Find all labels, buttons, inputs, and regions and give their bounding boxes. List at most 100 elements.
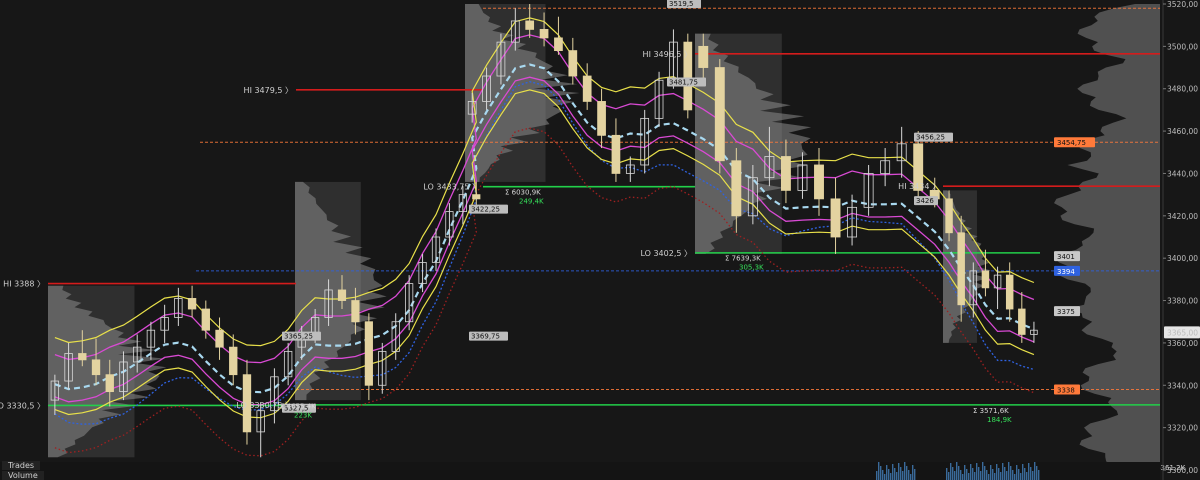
volume-bar <box>1006 471 1008 480</box>
volume-bar <box>1028 463 1030 480</box>
chart-root: HI 3479,5 〉 HI 3388 〉 HI 3496,5 〉 LO 3433,7… <box>0 0 1200 480</box>
volume-sum-label: Σ 3571,6K <box>973 407 1009 415</box>
volume-delta-label: 249,4K <box>519 198 544 206</box>
volume-bar <box>908 470 910 480</box>
price-marker-label: 3338 <box>1057 387 1075 395</box>
levels-layer <box>48 7 1160 407</box>
candle-body <box>1018 308 1026 335</box>
volume-delta-label: 223K <box>294 412 312 420</box>
volume-bar <box>1026 472 1028 480</box>
axis-tick-label: 3360,00 <box>1167 339 1198 348</box>
volume-sum-label: Σ 6030,9K <box>505 189 541 197</box>
level-label: HI 3479,5 〉 <box>244 86 293 95</box>
volume-pane <box>0 462 1160 480</box>
volume-bar <box>948 472 950 480</box>
price-marker-label: 3454,75 <box>1057 139 1086 147</box>
candle-body <box>525 20 535 30</box>
candle-body <box>364 321 373 386</box>
volume-bar <box>998 468 1000 480</box>
volume-bar <box>878 462 880 480</box>
candle-body <box>337 289 347 301</box>
volume-bar <box>986 470 988 480</box>
volume-bar <box>1038 470 1040 480</box>
price-chart[interactable]: HI 3479,5 〉 HI 3388 〉 HI 3496,5 〉 LO 3433,7… <box>0 0 1200 480</box>
candle-body <box>105 374 114 393</box>
volume-bar <box>966 469 968 480</box>
candle-body <box>187 298 197 310</box>
volume-sum-label: Σ 7639,3K <box>725 254 761 262</box>
volume-bar <box>1032 471 1034 480</box>
candle-body <box>568 50 578 77</box>
trades-pane-label: Trades <box>2 461 41 470</box>
price-axis: 3300,00 3320,00 3340,00 3360,00 3380,00 3400,… <box>1162 0 1200 480</box>
candle-body <box>830 198 841 238</box>
candle-body <box>91 359 101 376</box>
axis-tick-label: 3320,00 <box>1167 424 1198 433</box>
candle-body <box>472 194 481 200</box>
labels-layer: HI 3479,5 〉 HI 3388 〉 HI 3496,5 〉 LO 3433,7… <box>0 0 1186 472</box>
candle-body <box>957 232 965 306</box>
candle-body <box>597 101 606 136</box>
volume-delta-label: 184,9K <box>987 416 1012 424</box>
volume-bar <box>876 471 878 480</box>
candle-body <box>215 329 224 348</box>
level-label: HI 3434 〉 <box>898 182 940 191</box>
volume-bar <box>904 462 906 480</box>
candle-body <box>611 134 621 174</box>
volume-bar <box>906 466 908 480</box>
price-marker-label: 3394 <box>1057 268 1075 276</box>
volume-bar <box>960 470 962 480</box>
volume-bar <box>990 465 992 480</box>
volume-bar <box>1016 465 1018 480</box>
axis-tick-label: 3460,00 <box>1167 127 1198 136</box>
candle-body <box>698 45 709 68</box>
volume-bar <box>882 470 884 480</box>
volume-bar <box>1030 467 1032 480</box>
candle-body <box>229 346 238 376</box>
axis-tick-label: 3500,00 <box>1167 42 1198 51</box>
level-label: LO 3402,5 〉 <box>640 249 692 258</box>
volume-bar <box>982 462 984 480</box>
volume-bar <box>1024 468 1026 480</box>
candle-body <box>780 156 791 191</box>
volume-sum-label: Σ 4655,4K <box>280 403 316 411</box>
volume-bar <box>892 464 894 480</box>
current-price-label: 3365,00 <box>1167 328 1198 337</box>
volume-bar <box>1036 466 1038 480</box>
volume-bar <box>954 471 956 480</box>
volume-bar <box>1004 467 1006 480</box>
volume-bar <box>910 474 912 480</box>
candle-price-label: 3422,25 <box>471 206 500 214</box>
volume-bar <box>994 473 996 480</box>
volume-bar <box>1018 469 1020 480</box>
volume-bar <box>946 468 948 480</box>
axis-tick-label: 3480,00 <box>1167 85 1198 94</box>
composite-volume-profile <box>1054 4 1160 470</box>
volume-bar <box>996 464 998 480</box>
volume-bar <box>952 467 954 480</box>
volume-bar <box>894 468 896 480</box>
volume-bar <box>970 464 972 480</box>
volume-bar <box>958 466 960 480</box>
volume-bar <box>1010 466 1012 480</box>
volume-bar <box>1002 463 1004 480</box>
candle-body <box>539 29 549 39</box>
candle-body <box>78 353 87 361</box>
volume-bar <box>964 465 966 480</box>
candle-body <box>945 198 953 234</box>
volume-bar <box>992 469 994 480</box>
candle-price-label: 3369,75 <box>471 333 500 341</box>
candle-body <box>582 75 592 102</box>
axis-tick-label: 3440,00 <box>1167 169 1198 178</box>
volume-pane-label: Volume <box>2 471 44 480</box>
volume-bar <box>1020 473 1022 480</box>
candle-body <box>731 160 742 217</box>
volume-bar <box>898 463 900 480</box>
volume-bar <box>890 473 892 480</box>
volume-bar <box>880 466 882 480</box>
axis-tick-label: 3340,00 <box>1167 381 1198 390</box>
volume-bar <box>1014 474 1016 480</box>
volume-bar <box>914 469 916 480</box>
axis-tick-label: 3400,00 <box>1167 254 1198 263</box>
volume-bar <box>972 468 974 480</box>
